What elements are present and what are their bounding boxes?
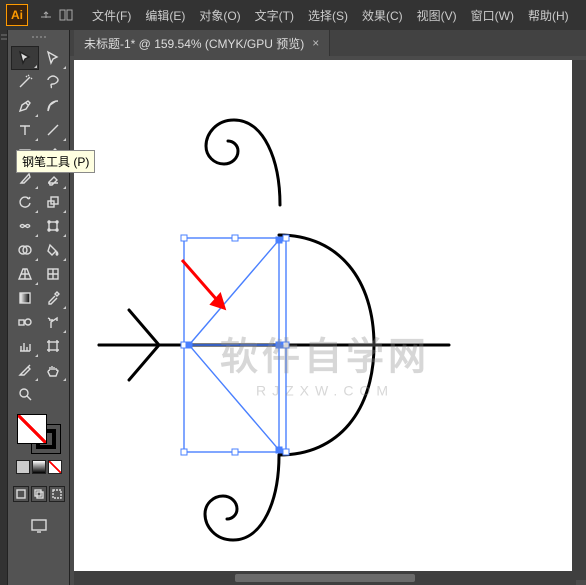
menu-effect[interactable]: 效果(C) bbox=[356, 3, 409, 28]
horizontal-scrollbar[interactable] bbox=[74, 571, 576, 585]
draw-behind[interactable] bbox=[31, 486, 47, 502]
title-bar: Ai 文件(F) 编辑(E) 对象(O) 文字(T) 选择(S) 效果(C) 视… bbox=[0, 0, 586, 30]
menu-file[interactable]: 文件(F) bbox=[86, 3, 137, 28]
blend-tool[interactable] bbox=[11, 310, 39, 334]
color-mode-none[interactable] bbox=[48, 460, 62, 474]
menu-view[interactable]: 视图(V) bbox=[411, 3, 463, 28]
close-tab-icon[interactable]: × bbox=[312, 36, 319, 50]
line-tool[interactable] bbox=[39, 118, 67, 142]
arrange-docs-icon[interactable] bbox=[58, 7, 74, 23]
perspective-tool[interactable] bbox=[11, 262, 39, 286]
free-transform-tool[interactable] bbox=[39, 214, 67, 238]
color-mode-solid[interactable] bbox=[16, 460, 30, 474]
live-paint-tool[interactable] bbox=[39, 238, 67, 262]
screen-mode[interactable] bbox=[28, 516, 50, 536]
graph-tool[interactable] bbox=[11, 334, 39, 358]
type-tool[interactable] bbox=[11, 118, 39, 142]
lasso-tool[interactable] bbox=[39, 70, 67, 94]
color-mode-row bbox=[16, 460, 62, 474]
tools-panel bbox=[8, 30, 70, 585]
width-tool[interactable] bbox=[11, 214, 39, 238]
menu-bar: 文件(F) 编辑(E) 对象(O) 文字(T) 选择(S) 效果(C) 视图(V… bbox=[86, 3, 575, 28]
app-logo: Ai bbox=[6, 4, 28, 26]
document-area: 未标题-1* @ 159.54% (CMYK/GPU 预览) × bbox=[70, 30, 586, 585]
pen-tooltip: 钢笔工具 (P) bbox=[16, 150, 95, 173]
menu-type[interactable]: 文字(T) bbox=[249, 3, 300, 28]
artboard-tool[interactable] bbox=[39, 334, 67, 358]
color-mode-gradient[interactable] bbox=[32, 460, 46, 474]
draw-normal[interactable] bbox=[13, 486, 29, 502]
panel-grip[interactable] bbox=[19, 36, 59, 42]
symbol-sprayer-tool[interactable] bbox=[39, 310, 67, 334]
gradient-tool[interactable] bbox=[11, 286, 39, 310]
selection-tool[interactable] bbox=[11, 46, 39, 70]
document-tab[interactable]: 未标题-1* @ 159.54% (CMYK/GPU 预览) × bbox=[74, 30, 330, 56]
rotate-tool[interactable] bbox=[11, 190, 39, 214]
direct-selection-tool[interactable] bbox=[39, 46, 67, 70]
menu-edit[interactable]: 编辑(E) bbox=[139, 3, 191, 28]
magic-wand-tool[interactable] bbox=[11, 70, 39, 94]
eyedropper-tool[interactable] bbox=[39, 286, 67, 310]
shape-builder-tool[interactable] bbox=[11, 238, 39, 262]
zoom-tool[interactable] bbox=[11, 382, 39, 406]
curvature-tool[interactable] bbox=[39, 94, 67, 118]
hand-tool[interactable] bbox=[39, 358, 67, 382]
fill-swatch[interactable] bbox=[17, 414, 47, 444]
artwork bbox=[74, 60, 576, 580]
empty-tool-slot bbox=[39, 382, 67, 406]
menu-object[interactable]: 对象(O) bbox=[193, 3, 246, 28]
fill-stroke-swatch[interactable] bbox=[17, 414, 61, 454]
menu-window[interactable]: 窗口(W) bbox=[465, 3, 520, 28]
vertical-scrollbar[interactable] bbox=[572, 60, 586, 580]
pen-tool[interactable] bbox=[11, 94, 39, 118]
menu-help[interactable]: 帮助(H) bbox=[522, 3, 575, 28]
control-strip bbox=[0, 30, 8, 585]
slice-tool[interactable] bbox=[11, 358, 39, 382]
scale-tool[interactable] bbox=[39, 190, 67, 214]
cloud-sync-icon[interactable] bbox=[38, 7, 54, 23]
document-tabs: 未标题-1* @ 159.54% (CMYK/GPU 预览) × bbox=[70, 30, 586, 56]
mesh-tool[interactable] bbox=[39, 262, 67, 286]
canvas[interactable]: 软件自学网 RJZXW.COM bbox=[74, 60, 576, 580]
draw-inside[interactable] bbox=[49, 486, 65, 502]
draw-modes bbox=[13, 486, 65, 502]
document-tab-label: 未标题-1* @ 159.54% (CMYK/GPU 预览) bbox=[84, 35, 304, 52]
menu-select[interactable]: 选择(S) bbox=[302, 3, 354, 28]
